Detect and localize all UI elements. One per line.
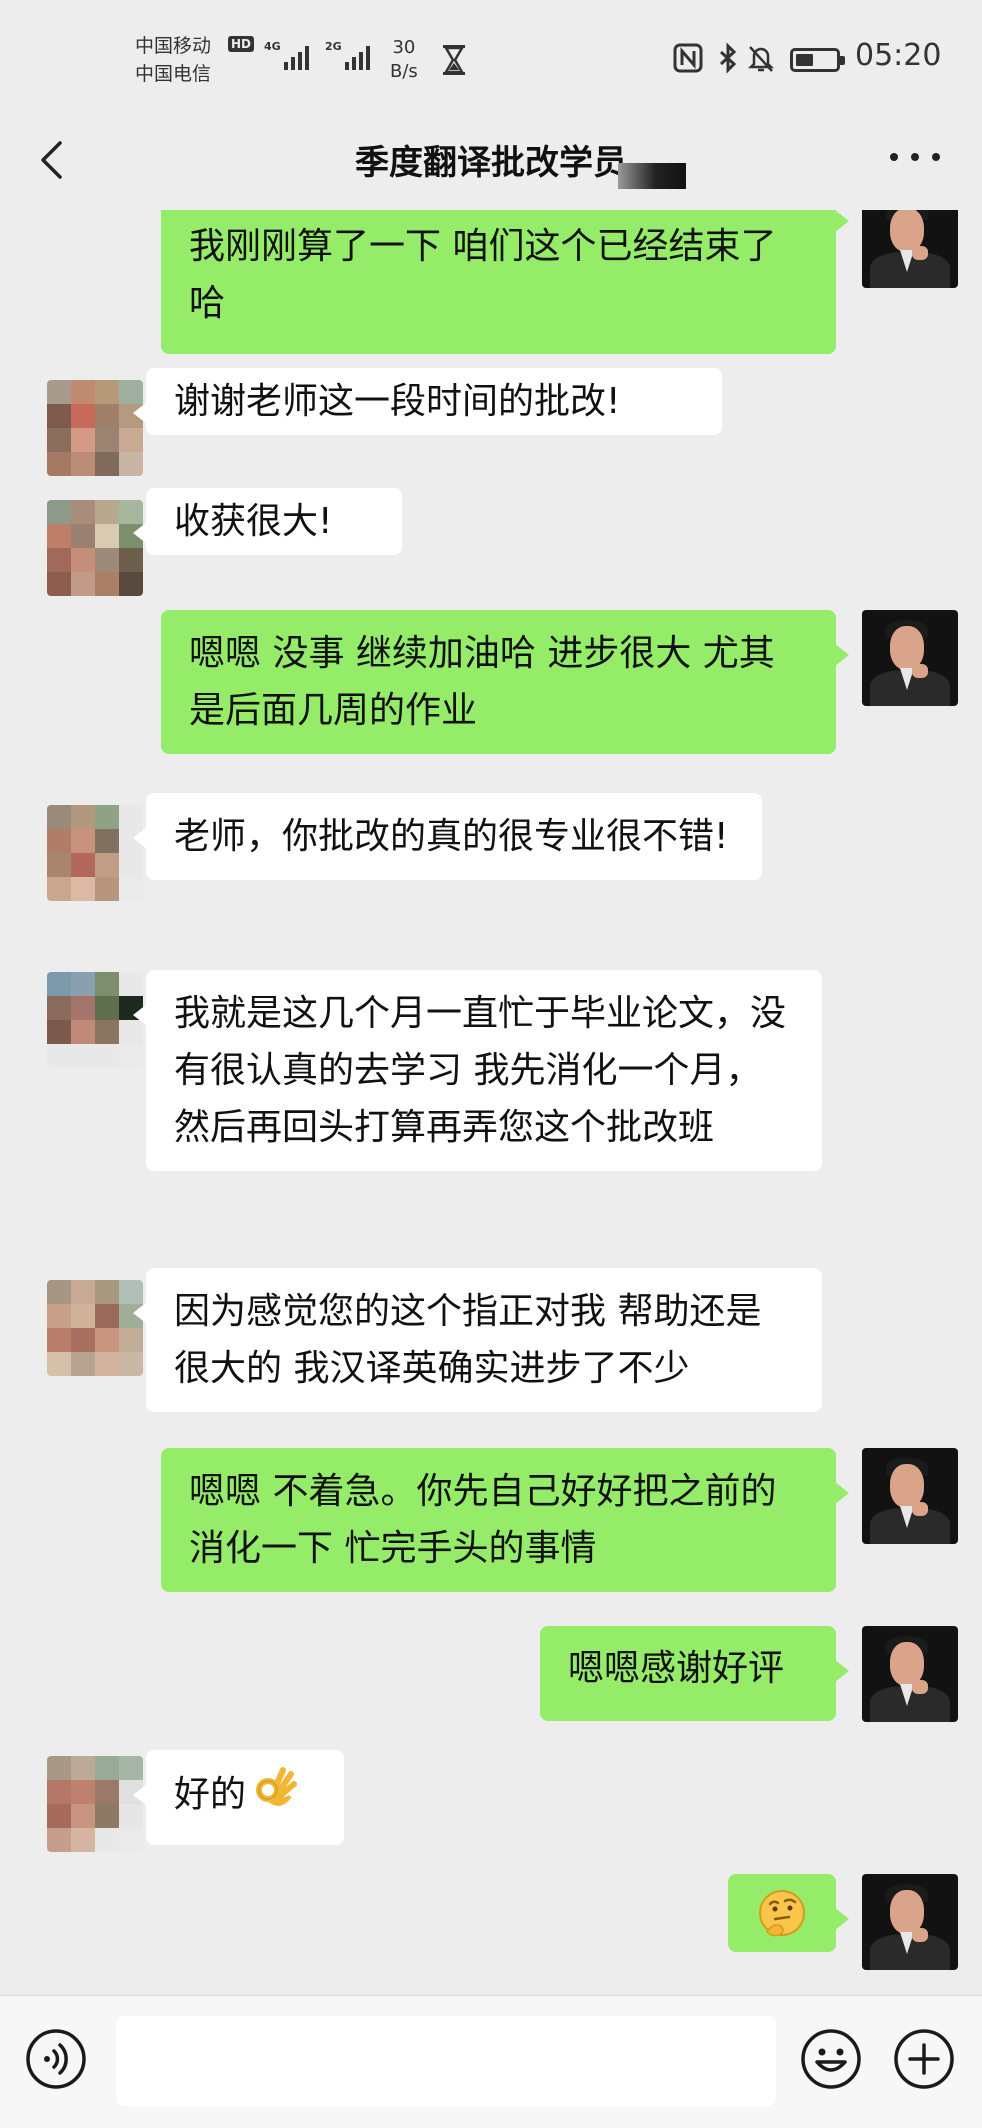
message-bubble-in[interactable]: 好的	[133, 1750, 344, 1845]
message-bubble-out[interactable]	[728, 1874, 849, 1952]
message-bubble-out[interactable]: 嗯嗯 不着急。你先自己好好把之前的消化一下 忙完手头的事情	[161, 1448, 849, 1592]
redaction-mark	[618, 163, 686, 189]
contact-avatar[interactable]	[47, 500, 143, 596]
self-avatar[interactable]	[862, 1874, 958, 1970]
contact-avatar[interactable]	[47, 805, 143, 901]
signal-2-icon: 2G	[325, 40, 370, 70]
message-list[interactable]: 我刚刚算了一下 咱们这个已经结束了哈 谢谢老师这一段时间的批改! 收获很大! 嗯…	[0, 210, 982, 1995]
ok-hand-emoji	[256, 1767, 298, 1806]
contact-avatar[interactable]	[47, 972, 143, 1068]
message-bubble-out[interactable]: 我刚刚算了一下 咱们这个已经结束了哈	[161, 210, 849, 354]
input-bar	[0, 1995, 982, 2128]
contact-avatar[interactable]	[47, 1756, 143, 1852]
chat-title: 季度翻译批改学员	[355, 143, 627, 183]
contact-avatar[interactable]	[47, 1280, 143, 1376]
mute-bell-icon	[747, 46, 775, 72]
message-bubble-in[interactable]: 我就是这几个月一直忙于毕业论文，没有很认真的去学习 我先消化一个月，然后再回头打…	[133, 970, 822, 1171]
more-dots-icon[interactable]	[890, 153, 940, 167]
contact-avatar[interactable]	[47, 380, 143, 476]
message-bubble-in[interactable]: 收获很大!	[133, 488, 402, 555]
self-avatar[interactable]	[862, 1626, 958, 1722]
thinking-face-emoji	[759, 1890, 805, 1937]
signal-1-icon: 4G	[264, 40, 309, 70]
status-bar: 中国移动 中国电信 HD 4G 2G 30 B/s 05:20	[0, 0, 982, 115]
plus-icon[interactable]	[893, 2028, 955, 2090]
message-bubble-in[interactable]: 谢谢老师这一段时间的批改!	[133, 368, 722, 435]
self-avatar[interactable]	[862, 210, 958, 288]
clock: 05:20	[855, 38, 942, 73]
chat-header: 季度翻译批改学员	[0, 115, 982, 210]
message-bubble-out[interactable]: 嗯嗯感谢好评	[540, 1626, 849, 1721]
battery-icon	[790, 48, 845, 72]
bluetooth-icon	[719, 42, 737, 74]
carrier-1: 中国移动	[135, 35, 212, 57]
nfc-icon	[673, 43, 703, 73]
voice-icon[interactable]	[25, 2028, 87, 2090]
self-avatar[interactable]	[862, 610, 958, 706]
message-text: 好的	[174, 1774, 247, 1815]
self-avatar[interactable]	[862, 1448, 958, 1544]
message-input[interactable]	[116, 2016, 776, 2106]
battery-level	[796, 54, 814, 66]
smile-icon[interactable]	[800, 2028, 862, 2090]
carrier-names: 中国移动 中国电信	[135, 32, 211, 88]
message-bubble-in[interactable]: 老师，你批改的真的很专业很不错!	[133, 793, 762, 880]
carrier-2: 中国电信	[135, 63, 212, 85]
hourglass-icon	[443, 45, 465, 75]
net-speed: 30 B/s	[390, 37, 418, 82]
hd-badge: HD	[228, 36, 255, 52]
message-bubble-out[interactable]: 嗯嗯 没事 继续加油哈 进步很大 尤其是后面几周的作业	[161, 610, 849, 754]
message-bubble-in[interactable]: 因为感觉您的这个指正对我 帮助还是很大的 我汉译英确实进步了不少	[133, 1268, 822, 1412]
